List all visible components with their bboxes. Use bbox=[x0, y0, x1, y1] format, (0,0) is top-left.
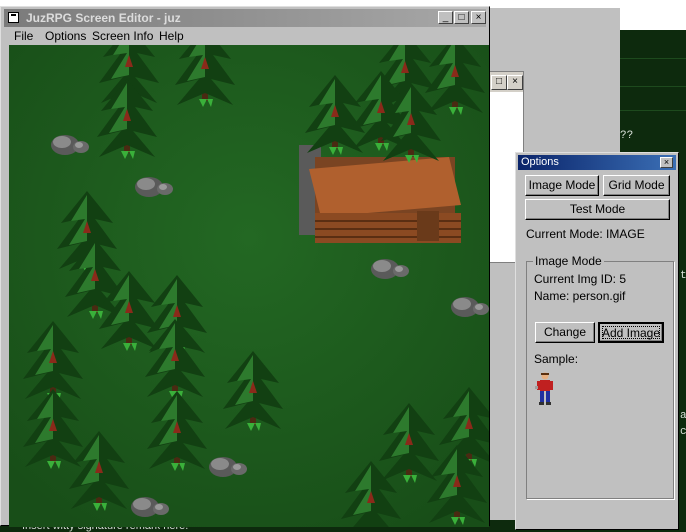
menu-options[interactable]: Options bbox=[45, 29, 86, 43]
screen-editor-window: JuzRPG Screen Editor - juz _ □ × File Op… bbox=[0, 6, 490, 527]
change-button[interactable]: Change bbox=[535, 322, 595, 343]
menu-screen-info[interactable]: Screen Info bbox=[92, 29, 153, 43]
options-window: Options × Image Mode Grid Mode Test Mode… bbox=[515, 152, 679, 530]
minimize-button[interactable]: _ bbox=[438, 11, 453, 24]
window-title: JuzRPG Screen Editor - juz bbox=[26, 11, 181, 25]
current-mode-label: Current Mode: IMAGE bbox=[526, 227, 645, 241]
image-mode-button[interactable]: Image Mode bbox=[525, 175, 599, 196]
grid-mode-button[interactable]: Grid Mode bbox=[603, 175, 670, 196]
background-window-strip bbox=[620, 0, 686, 30]
image-name-label: Name: person.gif bbox=[534, 289, 626, 303]
background-text: a bbox=[680, 410, 686, 422]
person-sprite-icon bbox=[535, 372, 553, 405]
menu-file[interactable]: File bbox=[14, 29, 33, 43]
menu-bar: File Options Screen Info Help bbox=[4, 27, 486, 45]
map-scene[interactable] bbox=[9, 45, 489, 527]
background-text: t bbox=[680, 270, 686, 282]
maximize-button[interactable]: □ bbox=[454, 11, 469, 24]
current-img-id-label: Current Img ID: 5 bbox=[534, 272, 627, 286]
options-title: Options bbox=[521, 156, 559, 168]
tree-sprite[interactable] bbox=[175, 45, 235, 107]
image-mode-group: Image Mode Current Img ID: 5 Name: perso… bbox=[526, 254, 674, 499]
menu-help[interactable]: Help bbox=[159, 29, 184, 43]
options-close-button[interactable]: × bbox=[660, 157, 673, 168]
options-title-bar[interactable]: Options × bbox=[518, 155, 676, 170]
background-text: c bbox=[680, 426, 686, 438]
background-text: ?? bbox=[620, 130, 634, 142]
test-mode-button[interactable]: Test Mode bbox=[525, 199, 670, 220]
title-bar[interactable]: JuzRPG Screen Editor - juz _ □ × bbox=[4, 9, 486, 27]
close-icon[interactable]: × bbox=[507, 75, 523, 90]
image-mode-group-legend: Image Mode bbox=[533, 254, 604, 268]
close-button[interactable]: × bbox=[471, 11, 486, 24]
map-canvas[interactable] bbox=[9, 45, 489, 527]
add-image-button[interactable]: Add Image bbox=[598, 322, 664, 343]
sample-label: Sample: bbox=[534, 352, 579, 366]
app-window-icon[interactable] bbox=[8, 12, 19, 23]
restore-icon[interactable]: □ bbox=[491, 75, 507, 90]
